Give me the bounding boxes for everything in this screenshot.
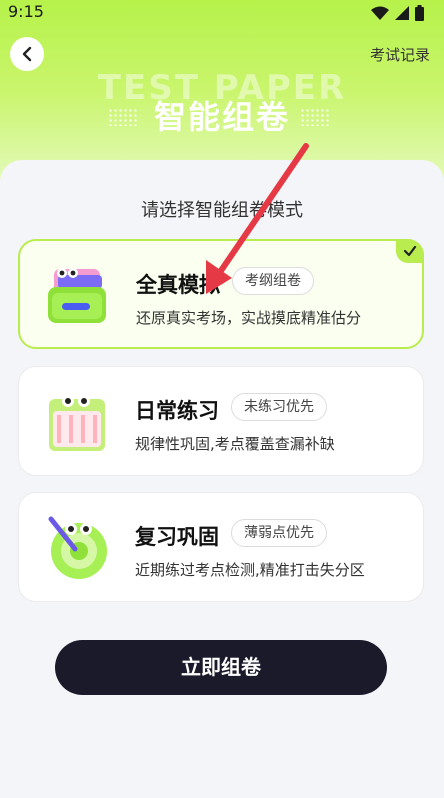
back-button[interactable] (10, 37, 44, 71)
generate-paper-button[interactable]: 立即组卷 (55, 640, 387, 695)
signal-icon (395, 6, 409, 20)
mode-name: 复习巩固 (135, 525, 219, 549)
folder-books-icon (48, 268, 106, 323)
mode-name: 日常练习 (135, 399, 219, 423)
mode-card-full-simulation[interactable]: 全真模拟 考纲组卷 还原真实考场，实战摸底精准估分 (18, 239, 424, 349)
mode-card-review[interactable]: 复习巩固 薄弱点优先 近期练过考点检测,精准打击失分区 (18, 492, 424, 602)
exam-record-link[interactable]: 考试记录 (370, 44, 430, 65)
page-title: 智能组卷 (153, 98, 290, 136)
chevron-left-icon (22, 46, 32, 62)
target-icon (48, 516, 107, 579)
mode-tag: 考纲组卷 (232, 267, 314, 295)
wifi-icon (371, 6, 389, 20)
battery-icon (415, 5, 424, 21)
calendar-icon (49, 395, 105, 451)
mode-name: 全真模拟 (136, 273, 220, 297)
checkmark-icon (403, 245, 417, 257)
status-bar: 9:15 (0, 0, 444, 26)
mode-description: 规律性巩固,考点覆盖查漏补缺 (135, 435, 335, 453)
mode-tag: 未练习优先 (231, 393, 327, 421)
mode-description: 还原真实考场，实战摸底精准估分 (136, 309, 362, 327)
mode-description: 近期练过考点检测,精准打击失分区 (135, 561, 365, 579)
mode-card-daily-practice[interactable]: 日常练习 未练习优先 规律性巩固,考点覆盖查漏补缺 (18, 366, 424, 476)
status-time: 9:15 (8, 2, 44, 21)
mode-tag: 薄弱点优先 (231, 519, 327, 547)
mode-prompt: 请选择智能组卷模式 (141, 200, 303, 221)
